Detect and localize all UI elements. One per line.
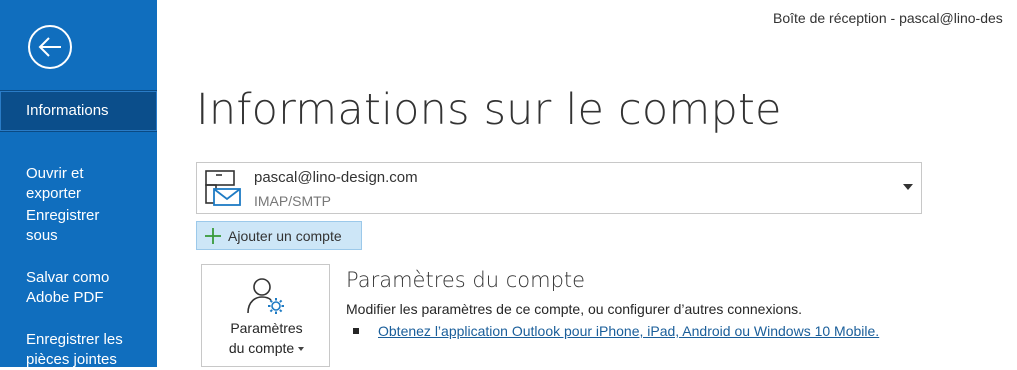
account-email: pascal@lino-design.com [254,169,418,186]
caret-down-icon [298,347,305,352]
sidebar-item-label: Enregistrer sous [26,207,100,244]
plus-icon [205,227,221,244]
sidebar-nav: Informations Ouvrir et exporter Enregist… [0,90,157,368]
bullet-icon [353,328,359,334]
sidebar-item-save-as[interactable]: Enregistrer sous [0,206,157,246]
sidebar-item-save-pdf[interactable]: Salvar como Adobe PDF [0,248,157,308]
user-gear-icon [247,278,284,314]
add-account-button[interactable]: Ajouter un compte [196,221,362,250]
sidebar-item-open-export[interactable]: Ouvrir et exporter [0,144,157,204]
sidebar-item-label: Salvar como Adobe PDF [26,269,110,306]
back-button[interactable] [27,24,73,70]
sidebar-item-save-attachments[interactable]: Enregistrer les pièces jointes [0,310,157,370]
sidebar-item-informations[interactable]: Informations [0,90,157,132]
add-account-label: Ajouter un compte [228,227,342,244]
account-selector[interactable]: pascal@lino-design.com IMAP/SMTP [196,162,922,214]
account-settings-label-line2: du compte [228,340,295,356]
mail-account-icon [205,170,241,206]
sidebar-item-label: Informations [26,102,109,119]
sidebar-item-label: Ouvrir et exporter [26,165,84,202]
account-settings-label-line2-wrap: du compte [202,338,331,358]
account-settings-label: Paramètres du compte [202,318,331,358]
backstage-sidebar: Informations Ouvrir et exporter Enregist… [0,0,157,368]
account-settings-description: Modifier les paramètres de ce compte, ou… [346,301,803,317]
page-title: Informations sur le compte [196,85,782,135]
account-settings-label-line1: Paramètres [230,320,303,336]
window-title: Boîte de réception - pascal@lino-des [773,10,1003,26]
outlook-mobile-link[interactable]: Obtenez l’application Outlook pour iPhon… [378,323,879,339]
chevron-down-icon [903,184,913,190]
account-settings-button[interactable]: Paramètres du compte [201,264,330,367]
account-settings-heading: Paramètres du compte [346,268,586,292]
account-type: IMAP/SMTP [254,193,332,209]
back-arrow-icon [28,25,72,69]
sidebar-item-label: Enregistrer les pièces jointes [26,331,123,368]
